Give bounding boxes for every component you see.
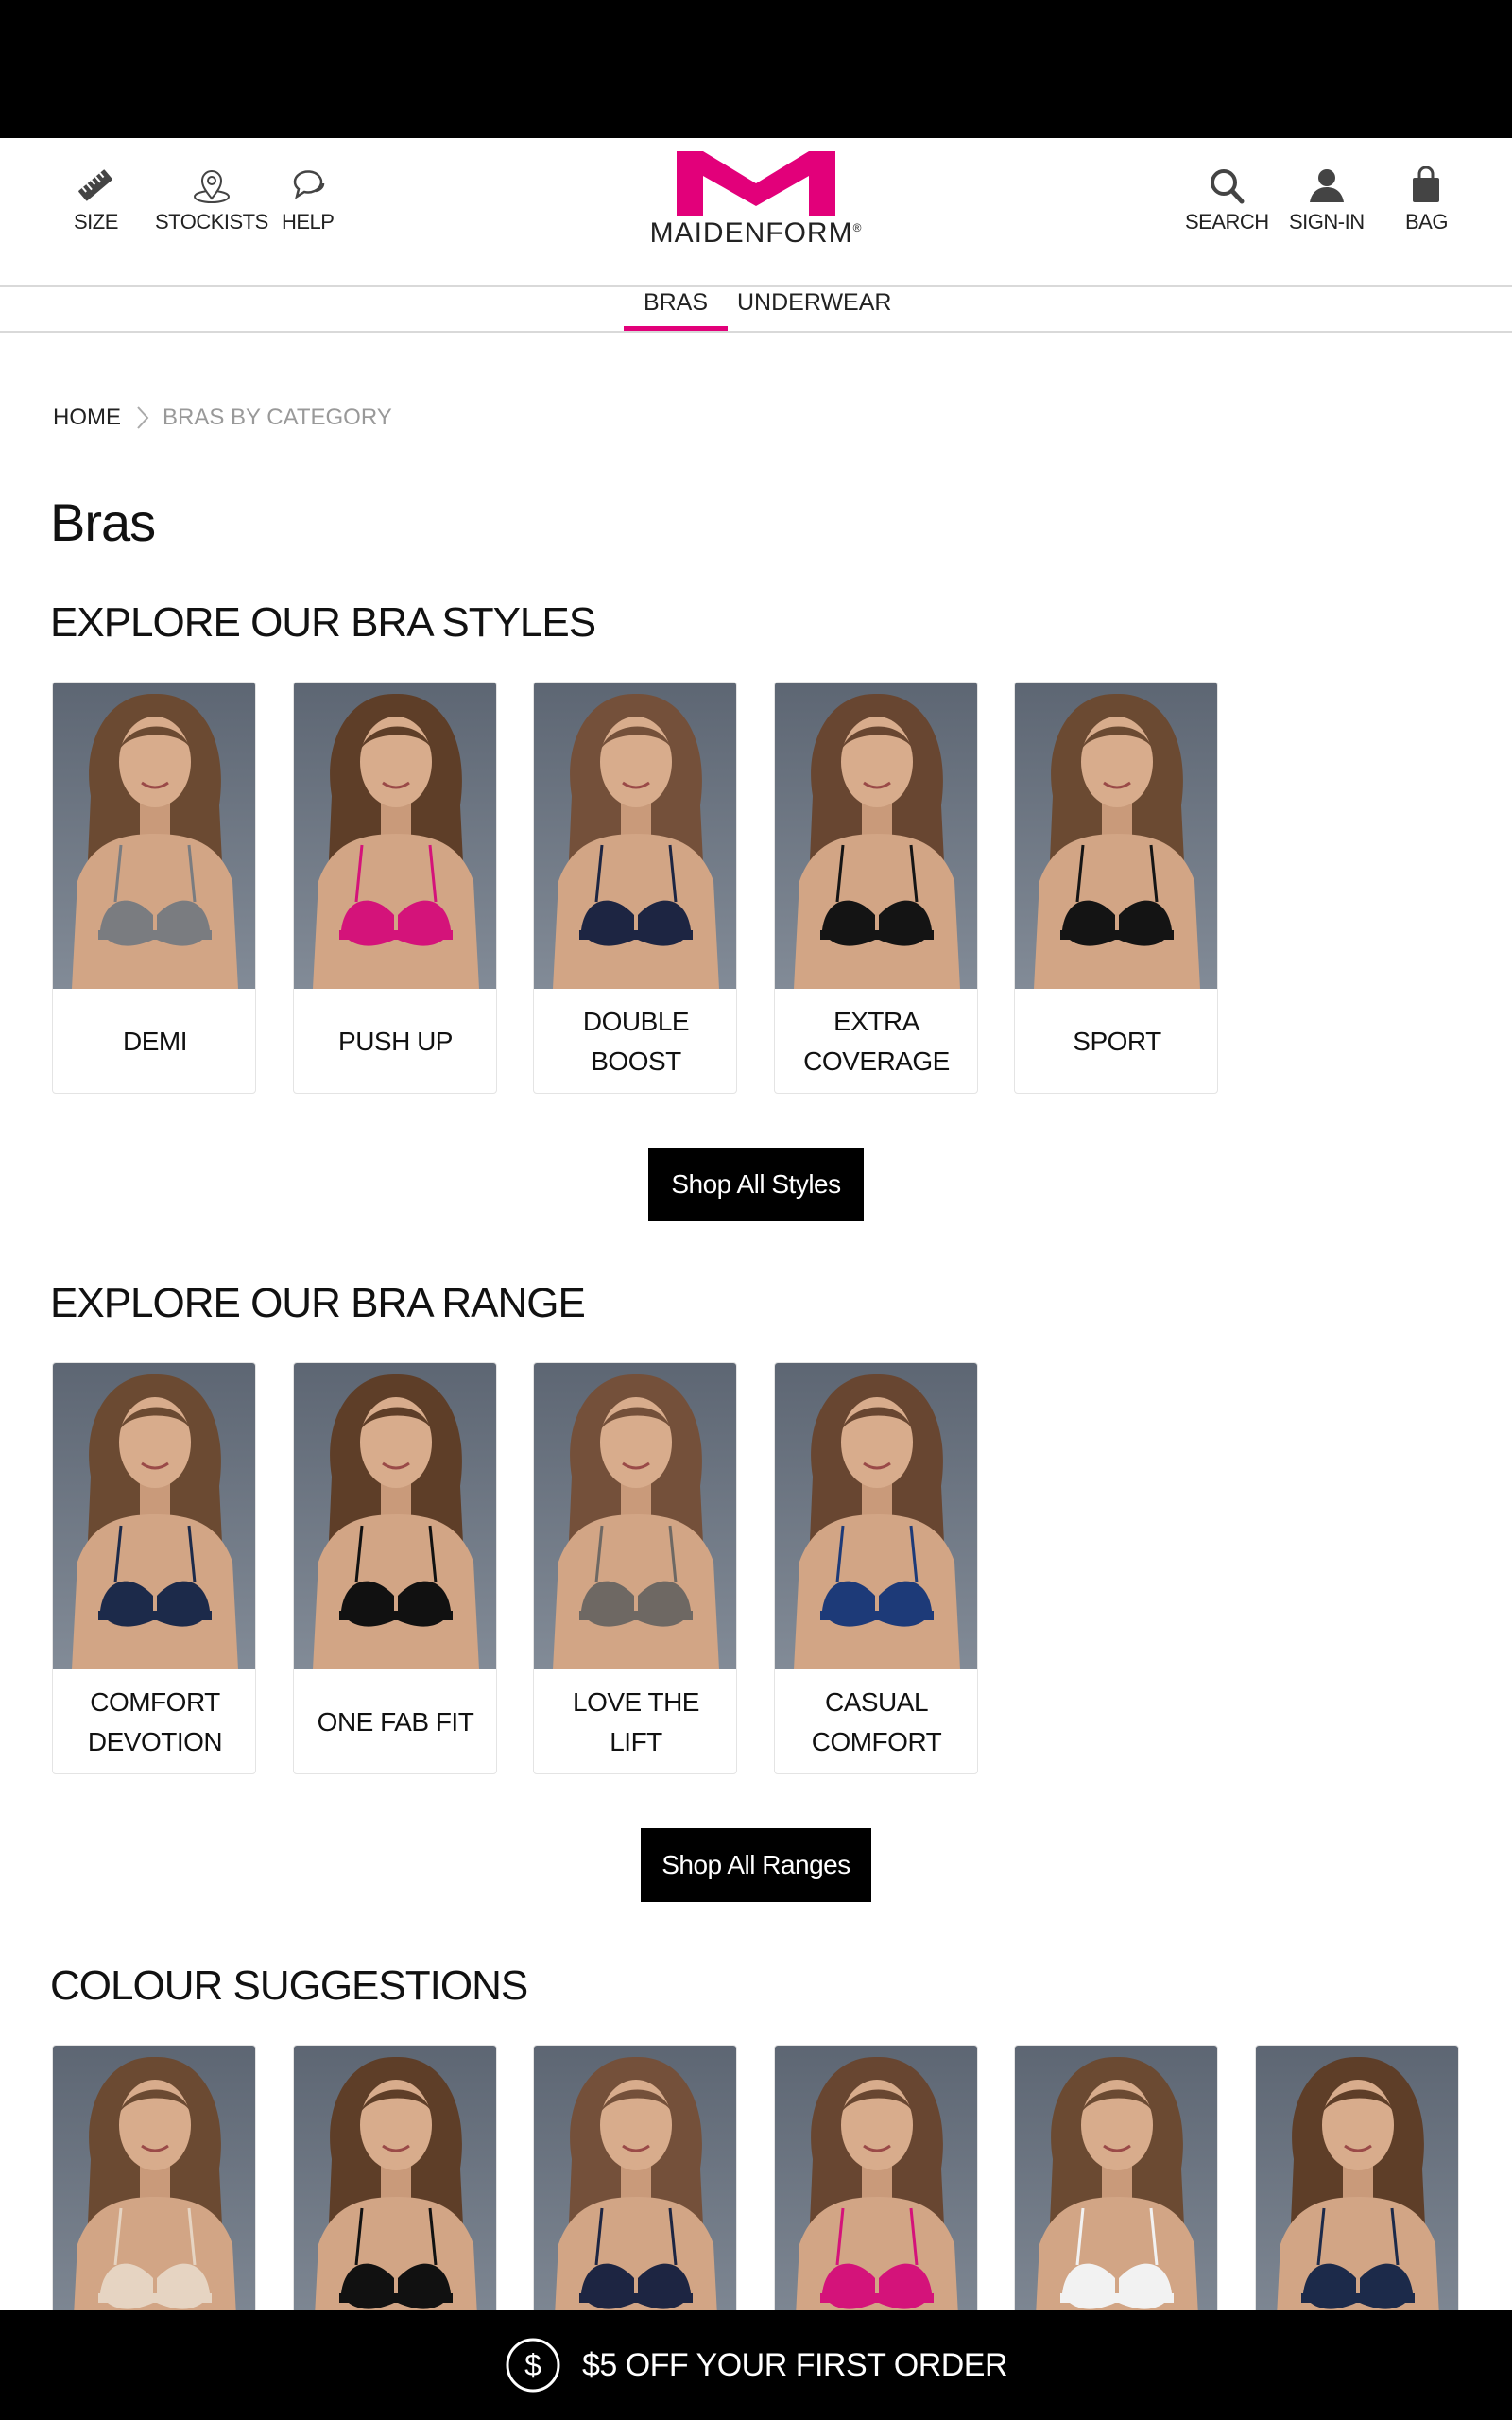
model-photo bbox=[534, 683, 736, 989]
category-card[interactable]: DEMI bbox=[52, 682, 256, 1094]
shop-all-styles-button[interactable]: Shop All Styles bbox=[648, 1148, 864, 1221]
card-label: ONE FAB FIT bbox=[317, 1707, 474, 1737]
promo-banner[interactable]: $ $5 OFF YOUR FIRST ORDER bbox=[0, 2310, 1512, 2420]
model-photo bbox=[293, 2046, 496, 2352]
ruler-icon bbox=[78, 169, 113, 201]
shop-all-ranges-button[interactable]: Shop All Ranges bbox=[641, 1828, 871, 1902]
card-label: COMFORT DEVOTION bbox=[87, 1687, 223, 1756]
search-button[interactable]: SEARCH bbox=[1185, 166, 1269, 234]
card-label: DOUBLE BOOST bbox=[582, 1007, 690, 1076]
search-icon bbox=[1211, 169, 1245, 204]
logo-wordmark: MAIDENFORM® bbox=[649, 217, 863, 249]
category-card[interactable]: CASUAL COMFORT bbox=[773, 1362, 978, 1774]
dollar-circle-icon: $ bbox=[506, 2338, 560, 2393]
category-nav: BRAS UNDERWEAR bbox=[0, 287, 1512, 333]
card-label: LOVE THE LIFT bbox=[573, 1687, 699, 1756]
search-label: SEARCH bbox=[1185, 210, 1269, 233]
bag-button[interactable]: BAG bbox=[1405, 166, 1448, 234]
category-card[interactable]: ONE FAB FIT bbox=[292, 1362, 497, 1774]
chevron-right-icon bbox=[137, 406, 149, 429]
tab-underwear[interactable]: UNDERWEAR bbox=[737, 287, 891, 331]
size-guide-link[interactable]: SIZE bbox=[74, 166, 118, 234]
user-icon bbox=[1309, 169, 1344, 202]
card-label: SPORT bbox=[1073, 1027, 1161, 1056]
page-title: Bras bbox=[50, 493, 156, 552]
category-card[interactable]: SPORT bbox=[1014, 682, 1218, 1094]
model-photo bbox=[774, 1363, 977, 1669]
model-photo bbox=[53, 2046, 255, 2352]
shopping-bag-icon bbox=[1413, 166, 1440, 202]
category-card[interactable]: LOVE THE LIFT bbox=[533, 1362, 737, 1774]
maidenform-logo[interactable]: MAIDENFORM® bbox=[643, 151, 869, 265]
card-label: CASUAL COMFORT bbox=[811, 1687, 942, 1756]
model-photo bbox=[1015, 683, 1217, 989]
colours-section-title: COLOUR SUGGESTIONS bbox=[50, 1962, 528, 2009]
card-label: DEMI bbox=[123, 1027, 188, 1056]
model-photo bbox=[293, 683, 496, 989]
help-link[interactable]: HELP bbox=[282, 166, 335, 234]
model-photo bbox=[53, 683, 255, 989]
promo-text: $5 OFF YOUR FIRST ORDER bbox=[581, 2346, 1008, 2383]
sign-in-button[interactable]: SIGN-IN bbox=[1289, 166, 1365, 234]
model-photo bbox=[534, 2046, 736, 2352]
category-card[interactable]: PUSH UP bbox=[292, 682, 497, 1094]
category-card[interactable]: DOUBLE BOOST bbox=[533, 682, 737, 1094]
card-label: PUSH UP bbox=[338, 1027, 453, 1056]
model-photo bbox=[1015, 2046, 1217, 2352]
size-label: SIZE bbox=[74, 210, 118, 233]
bag-label: BAG bbox=[1405, 210, 1448, 233]
status-bar bbox=[0, 0, 1512, 138]
model-photo bbox=[293, 1363, 496, 1669]
svg-text:$: $ bbox=[524, 2348, 541, 2382]
category-card[interactable]: EXTRA COVERAGE bbox=[773, 682, 978, 1094]
model-photo bbox=[774, 2046, 977, 2352]
help-label: HELP bbox=[282, 210, 335, 233]
stockists-label: STOCKISTS bbox=[155, 210, 268, 233]
ranges-section-title: EXPLORE OUR BRA RANGE bbox=[50, 1280, 586, 1326]
model-photo bbox=[534, 1363, 736, 1669]
stockists-link[interactable]: STOCKISTS bbox=[155, 166, 268, 234]
model-photo bbox=[1255, 2046, 1458, 2352]
card-label: EXTRA COVERAGE bbox=[803, 1007, 950, 1076]
breadcrumb-current: BRAS BY CATEGORY bbox=[163, 405, 392, 430]
m-logo-icon bbox=[677, 151, 835, 216]
category-card[interactable]: COMFORT DEVOTION bbox=[52, 1362, 256, 1774]
tab-bras[interactable]: BRAS bbox=[624, 287, 728, 331]
breadcrumb: HOME BRAS BY CATEGORY bbox=[53, 405, 392, 431]
location-pin-icon bbox=[193, 170, 230, 203]
model-photo bbox=[53, 1363, 255, 1669]
styles-section-title: EXPLORE OUR BRA STYLES bbox=[50, 599, 596, 646]
model-photo bbox=[774, 683, 977, 989]
chat-bubble-icon bbox=[293, 170, 324, 199]
breadcrumb-home[interactable]: HOME bbox=[53, 405, 121, 431]
sign-in-label: SIGN-IN bbox=[1289, 210, 1365, 233]
site-header: SIZE STOCKISTS HELP MAIDENFORM® SEARCH S… bbox=[0, 138, 1512, 287]
